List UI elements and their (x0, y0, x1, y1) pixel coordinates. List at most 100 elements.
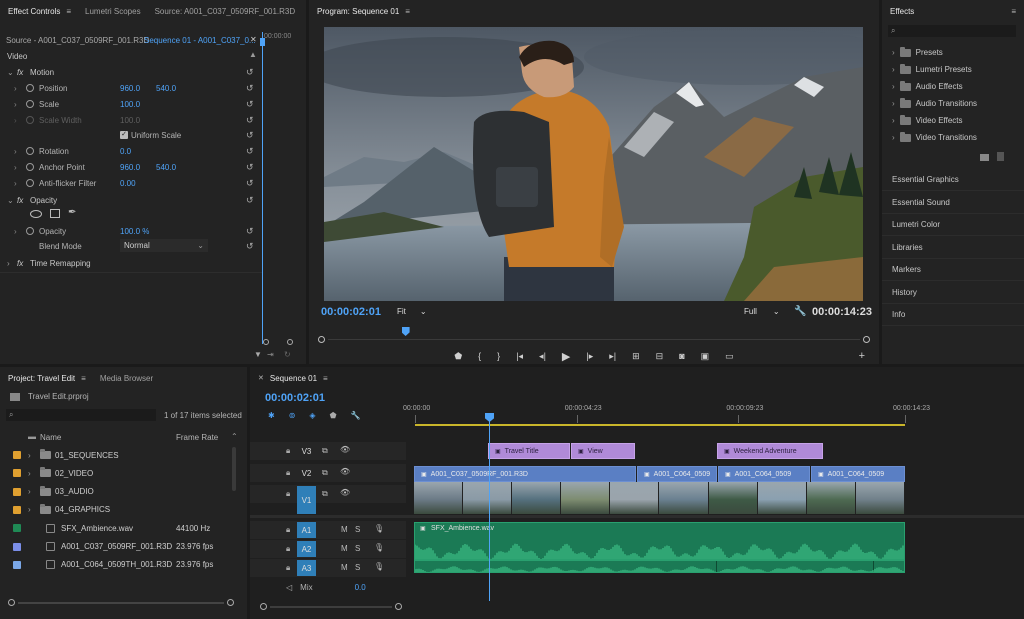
ec-playhead-marker[interactable] (260, 38, 265, 46)
step-forward-icon[interactable]: |▸ (586, 351, 593, 362)
view-clip[interactable]: ▣ View (571, 443, 635, 459)
rotation-value[interactable]: 0.0 (120, 147, 131, 156)
panel-link[interactable]: Lumetri Color (892, 220, 940, 229)
label-color-swatch[interactable] (13, 542, 21, 551)
panel-link[interactable]: Libraries (892, 243, 923, 252)
anchor-x-value[interactable]: 960.0 (120, 163, 140, 172)
project-item[interactable]: › 02_VIDEO (0, 464, 240, 482)
video-clip[interactable]: ▣ A001_C037_0509RF_001.R3D (414, 466, 636, 482)
effects-folder[interactable]: › Lumetri Presets (892, 63, 972, 74)
program-playhead-icon[interactable] (401, 327, 410, 336)
panel-menu-icon[interactable]: ≡ (405, 7, 410, 16)
tab-source[interactable]: Source: A001_C037_0509RF_001.R3D (155, 7, 296, 16)
project-scroll-track[interactable] (8, 597, 234, 607)
tab-effect-controls[interactable]: Effect Controls (8, 7, 60, 16)
tab-media-browser[interactable]: Media Browser (100, 374, 153, 383)
chevron-right-icon[interactable]: › (28, 505, 31, 514)
reset-icon[interactable]: ↺ (246, 226, 254, 237)
panel-menu-icon[interactable]: ≡ (66, 7, 71, 16)
stopwatch-icon[interactable] (26, 179, 34, 187)
time-remapping-row[interactable]: › fx Time Remapping (0, 255, 262, 271)
title-clip[interactable]: ▣ Travel Title (488, 443, 570, 459)
antiflicker-value[interactable]: 0.00 (120, 179, 136, 188)
effects-title[interactable]: Effects (890, 7, 914, 16)
fx-icon[interactable]: fx (17, 68, 23, 77)
blend-mode-select[interactable]: Normal ⌄ (120, 239, 208, 252)
project-item[interactable]: SFX_Ambience.wav 44100 Hz (0, 519, 240, 537)
reset-icon[interactable]: ↺ (246, 241, 254, 252)
wrench-icon[interactable]: 🔧 (794, 306, 806, 317)
sequence-clip-label[interactable]: Sequence 01 - A001_C037_0... (144, 36, 256, 45)
stopwatch-icon[interactable] (26, 227, 34, 235)
camera-icon[interactable]: ◙ (679, 351, 684, 361)
label-color-swatch[interactable] (13, 487, 21, 496)
scroll-left-handle-icon[interactable] (8, 599, 15, 606)
chevron-right-icon[interactable]: › (14, 116, 17, 125)
export-icon[interactable]: ⇥ (267, 350, 274, 359)
stopwatch-icon[interactable] (26, 147, 34, 155)
program-timecode[interactable]: 00:00:02:01 (321, 306, 381, 318)
close-icon[interactable]: ✕ (250, 35, 257, 44)
effects-folder[interactable]: › Video Effects (892, 114, 963, 125)
chevron-right-icon[interactable]: › (28, 451, 31, 460)
chevron-down-icon[interactable]: ⌄ (7, 196, 14, 205)
pen-mask-icon[interactable]: ✒ (68, 207, 76, 218)
stopwatch-icon[interactable] (26, 84, 34, 92)
scrub-track[interactable] (328, 339, 860, 340)
video-clip[interactable]: ▣ A001_C064_0509 (718, 466, 810, 482)
chevron-right-icon[interactable]: › (14, 227, 17, 236)
ec-playhead-line[interactable] (262, 32, 263, 344)
effects-folder[interactable]: › Presets (892, 46, 943, 57)
project-scrollbar[interactable] (232, 447, 236, 491)
chevron-right-icon[interactable]: › (7, 259, 10, 268)
effects-folder[interactable]: › Video Transitions (892, 131, 977, 142)
reset-icon[interactable]: ↺ (246, 83, 254, 94)
col-name[interactable]: Name (40, 433, 61, 442)
mark-out-icon[interactable]: } (497, 351, 500, 361)
chevron-right-icon[interactable]: › (14, 84, 17, 93)
project-item[interactable]: A001_C037_0509RF_001.R3D 23.976 fps (0, 538, 240, 556)
new-bin-icon[interactable] (980, 154, 989, 161)
chevron-right-icon[interactable]: › (892, 99, 895, 108)
mark-in-icon[interactable]: { (478, 351, 481, 361)
stopwatch-icon[interactable] (26, 100, 34, 108)
chevron-up-icon[interactable]: ⌃ (231, 432, 238, 441)
anchor-y-value[interactable]: 540.0 (156, 163, 176, 172)
delete-icon[interactable] (997, 152, 1004, 161)
reset-icon[interactable]: ↺ (246, 146, 254, 157)
zoom-handle-left-icon[interactable] (263, 339, 269, 345)
scale-value[interactable]: 100.0 (120, 100, 140, 109)
effects-folder[interactable]: › Audio Transitions (892, 97, 977, 108)
scroll-up-icon[interactable]: ▲ (249, 50, 257, 59)
chevron-right-icon[interactable]: › (892, 82, 895, 91)
go-to-in-icon[interactable]: |◂ (516, 351, 523, 362)
play-icon[interactable]: ▶ (562, 350, 570, 363)
chevron-right-icon[interactable]: › (892, 65, 895, 74)
effects-folder[interactable]: › Audio Effects (892, 80, 963, 91)
program-title[interactable]: Program: Sequence 01 (317, 7, 399, 16)
label-color-swatch[interactable] (13, 505, 21, 514)
label-color-swatch[interactable] (13, 560, 21, 569)
motion-row[interactable]: ⌄ fx Motion ↺ (0, 64, 262, 80)
source-clip-label[interactable]: Source - A001_C037_0509RF_001.R3D (6, 36, 149, 45)
timeline-zoom-scroll[interactable] (260, 602, 402, 612)
zoom-right-handle-icon[interactable] (395, 603, 402, 610)
reset-icon[interactable]: ↺ (246, 195, 254, 206)
timeline-playhead-line[interactable] (489, 417, 490, 601)
quality-select[interactable]: Full ⌄ (744, 307, 780, 316)
project-item[interactable]: › 03_AUDIO (0, 483, 240, 501)
project-item[interactable]: › 01_SEQUENCES (0, 446, 240, 464)
reset-icon[interactable]: ↺ (246, 178, 254, 189)
panel-link[interactable]: Info (892, 310, 905, 319)
reset-icon[interactable]: ↺ (246, 115, 254, 126)
weekend-clip[interactable]: ▣ Weekend Adventure (717, 443, 823, 459)
opacity-value[interactable]: 100.0 % (120, 227, 149, 236)
video-clip[interactable]: ▣ A001_C064_0509 (811, 466, 905, 482)
rectangle-mask-icon[interactable] (50, 209, 60, 218)
chevron-right-icon[interactable]: › (14, 179, 17, 188)
zoom-bar[interactable] (270, 606, 392, 608)
chevron-right-icon[interactable]: › (14, 163, 17, 172)
program-scrubber[interactable] (318, 336, 870, 344)
loop-icon[interactable]: ↻ (284, 350, 291, 359)
stopwatch-icon[interactable] (26, 163, 34, 171)
